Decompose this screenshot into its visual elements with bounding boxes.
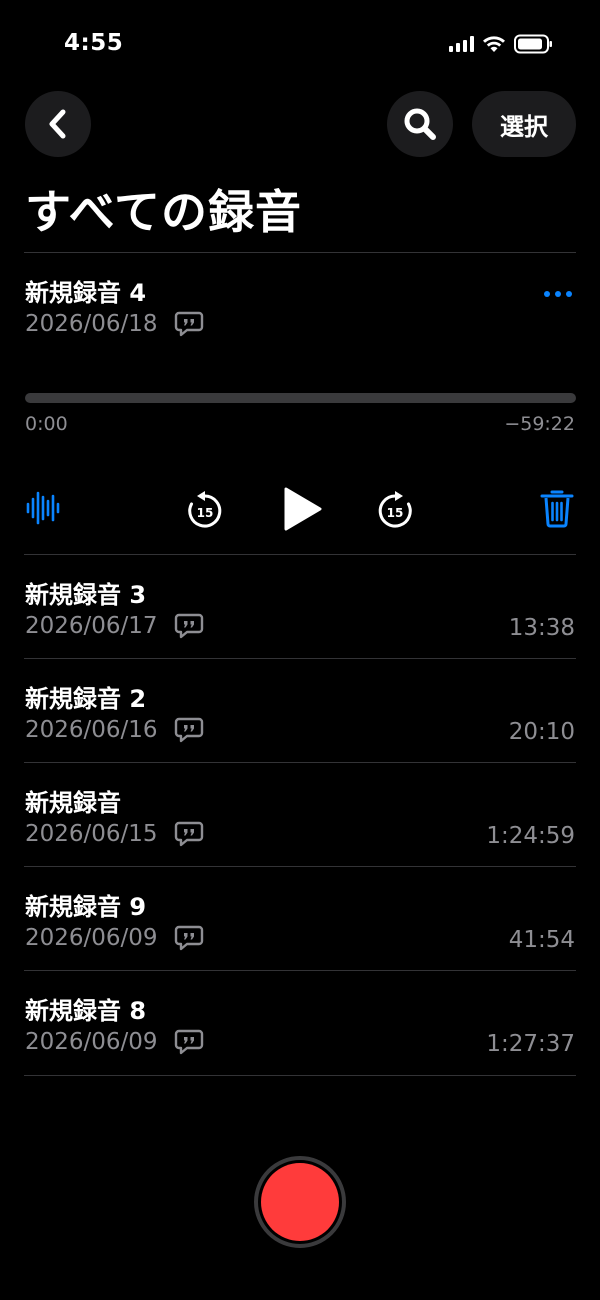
skip-back-button[interactable]: 15 (186, 490, 224, 530)
recording-duration: 41:54 (508, 927, 575, 953)
more-button[interactable] (544, 291, 572, 297)
expanded-recording: 新規録音 4 2026/06/18 0:00 −59:22 15 15 (0, 253, 600, 554)
recording-meta: 2026/06/17 (25, 613, 204, 639)
status-bar: 4:55 (0, 28, 600, 64)
transcript-icon (174, 717, 203, 743)
recording-row[interactable]: 新規録音 2026/06/15 1:24:59 (0, 763, 600, 867)
recording-duration: 20:10 (508, 719, 575, 745)
status-time: 4:55 (64, 30, 124, 56)
recording-title: 新規録音 8 (25, 997, 147, 1025)
transcript-icon (174, 1029, 203, 1055)
record-button[interactable] (254, 1156, 346, 1248)
page-title: すべての録音 (25, 185, 302, 239)
recording-meta: 2026/06/09 (25, 1029, 204, 1055)
back-button[interactable] (25, 91, 91, 157)
wifi-icon (483, 36, 505, 52)
voice-memos-screen: 4:55 選択 すべての録音 新規録音 4 2026/06/18 0:00 −5… (0, 0, 600, 1300)
search-button[interactable] (387, 91, 453, 157)
recording-title: 新規録音 9 (25, 893, 147, 921)
trash-icon (540, 490, 574, 528)
skip-forward-label: 15 (387, 506, 404, 520)
play-icon (284, 487, 322, 531)
recording-date: 2026/06/17 (25, 613, 158, 639)
record-icon (261, 1163, 339, 1241)
recording-date: 2026/06/16 (25, 717, 158, 743)
recording-date: 2026/06/09 (25, 1029, 158, 1055)
recording-row[interactable]: 新規録音 8 2026/06/09 1:27:37 (0, 971, 600, 1075)
recording-meta: 2026/06/18 (25, 311, 204, 337)
recording-duration: 13:38 (508, 615, 575, 641)
skip-forward-button[interactable]: 15 (376, 490, 414, 530)
transcript-icon (174, 613, 203, 639)
playback-scrubber[interactable] (25, 393, 576, 403)
recording-title: 新規録音 2 (25, 685, 147, 713)
waveform-icon (26, 491, 60, 525)
chevron-left-icon (49, 109, 66, 139)
recording-title: 新規録音 3 (25, 581, 147, 609)
recording-row[interactable]: 新規録音 2 2026/06/16 20:10 (0, 659, 600, 763)
select-button[interactable]: 選択 (472, 91, 576, 157)
recording-row[interactable]: 新規録音 3 2026/06/17 13:38 (0, 555, 600, 659)
recording-duration: 1:27:37 (486, 1031, 575, 1057)
recording-duration: 1:24:59 (486, 823, 575, 849)
recording-title[interactable]: 新規録音 4 (25, 273, 146, 308)
signal-icon (449, 36, 474, 52)
transcript-icon (174, 925, 203, 951)
recording-meta: 2026/06/15 (25, 821, 204, 847)
more-icon-dot (555, 291, 561, 297)
transcript-icon (174, 311, 203, 337)
skip-forward-15-icon: 15 (378, 491, 412, 528)
status-icons (449, 34, 554, 54)
skip-back-15-icon: 15 (188, 491, 222, 528)
recording-date: 2026/06/15 (25, 821, 158, 847)
play-button[interactable] (280, 485, 324, 533)
search-icon (404, 108, 436, 140)
more-icon-dot (566, 291, 572, 297)
recording-date: 2026/06/18 (25, 311, 158, 337)
skip-back-label: 15 (197, 506, 214, 520)
recording-row[interactable]: 新規録音 9 2026/06/09 41:54 (0, 867, 600, 971)
battery-icon (514, 34, 552, 54)
waveform-button[interactable] (25, 488, 61, 528)
transcript-icon (174, 821, 203, 847)
divider (24, 1075, 576, 1076)
delete-button[interactable] (540, 488, 574, 528)
recording-title: 新規録音 (25, 789, 121, 817)
recording-meta: 2026/06/16 (25, 717, 204, 743)
remaining-time: −59:22 (504, 413, 575, 435)
elapsed-time: 0:00 (25, 413, 68, 435)
recording-meta: 2026/06/09 (25, 925, 204, 951)
more-icon-dot (544, 291, 550, 297)
recording-date: 2026/06/09 (25, 925, 158, 951)
